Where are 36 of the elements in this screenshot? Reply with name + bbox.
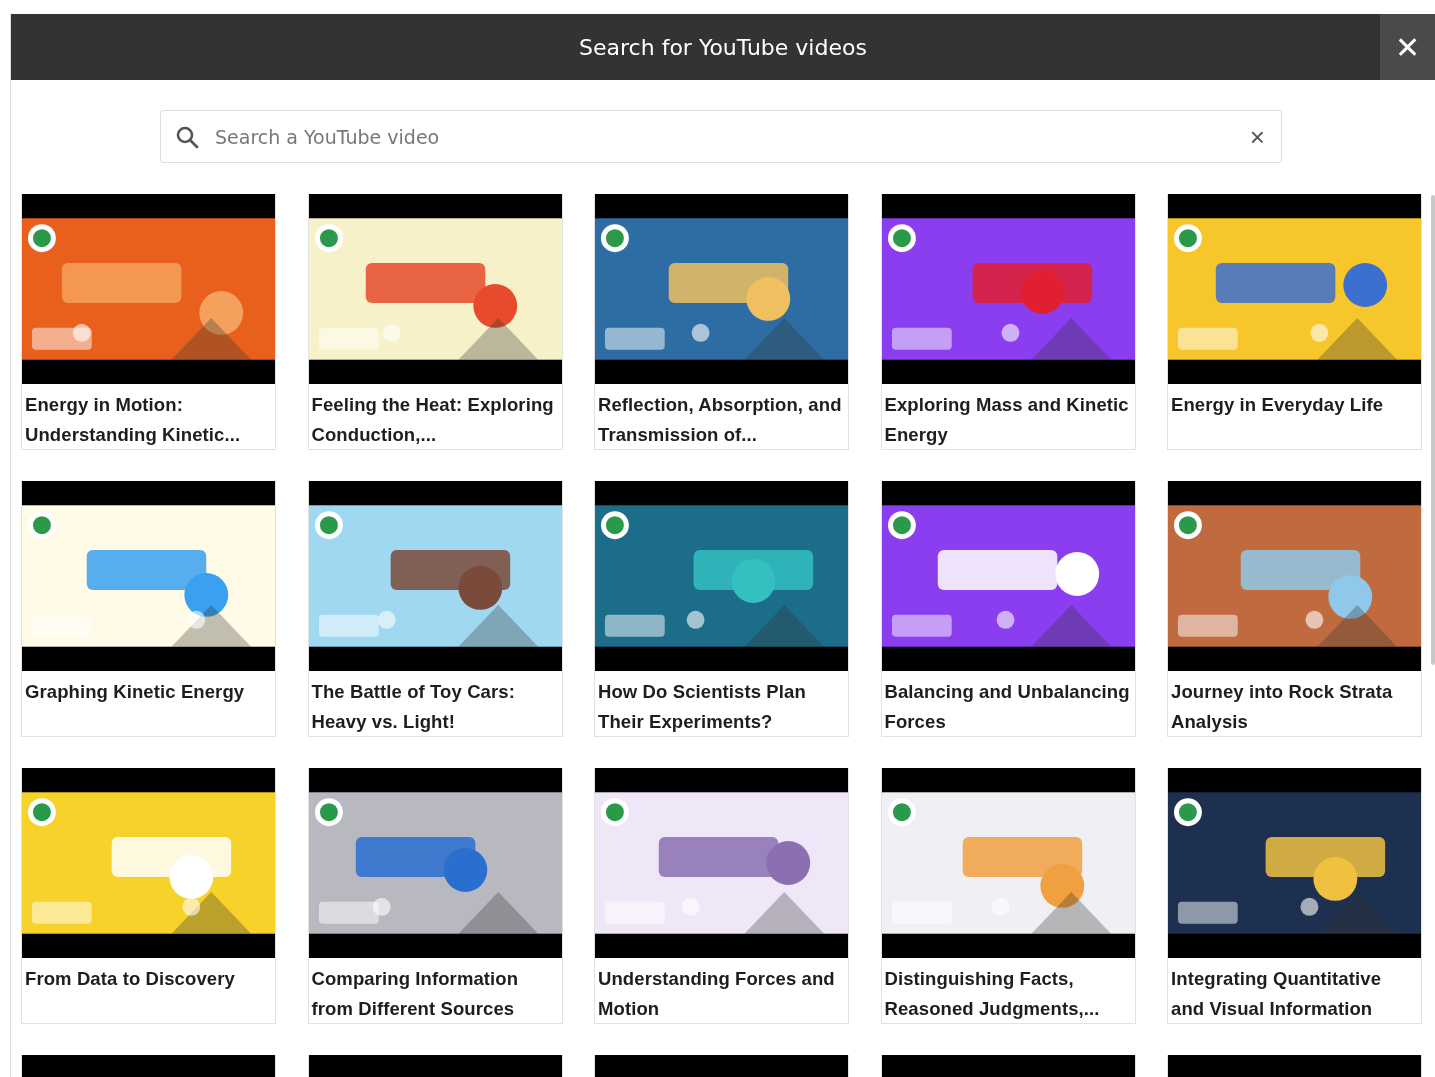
video-title: Distinguishing Facts, Reasoned Judgments,... bbox=[883, 967, 1101, 1021]
video-title: Integrating Quantitative and Visual Information bbox=[1170, 967, 1383, 1021]
video-card[interactable]: Comparing Information from Different Sources bbox=[307, 768, 563, 1024]
video-title: Reflection, Absorption, and Transmission of... bbox=[597, 393, 843, 447]
scrollbar[interactable] bbox=[1431, 195, 1435, 665]
close-button[interactable]: ✕ bbox=[1380, 14, 1435, 80]
video-card[interactable]: Journey into Rock Strata Analysis bbox=[1167, 481, 1422, 737]
video-card[interactable]: Reflection, Absorption, and Transmission of... bbox=[594, 194, 849, 450]
video-card[interactable]: The Battle of Toy Cars: Heavy vs. Light! bbox=[307, 481, 563, 737]
video-card[interactable]: Exploring Mass and Kinetic Energy bbox=[880, 194, 1136, 450]
clear-button[interactable]: × bbox=[1245, 123, 1269, 150]
video-card[interactable]: From Data to Discovery bbox=[21, 768, 276, 1024]
video-title: Feeling the Heat: Exploring Conduction,... bbox=[310, 393, 555, 447]
video-title: Understanding Forces and Motion bbox=[597, 967, 836, 1021]
video-card[interactable]: Balancing and Unbalancing Forces bbox=[880, 481, 1136, 737]
dialog-title: Search for YouTube videos bbox=[579, 34, 867, 60]
video-card[interactable]: Integrating Quantitative and Visual Information bbox=[1167, 768, 1422, 1024]
video-card[interactable]: Graphing Kinetic Energy bbox=[21, 481, 276, 737]
search-icon bbox=[175, 124, 199, 149]
video-title: The Battle of Toy Cars: Heavy vs. Light! bbox=[310, 680, 516, 734]
video-title: Exploring Mass and Kinetic Energy bbox=[883, 393, 1130, 447]
video-title: Graphing Kinetic Energy bbox=[24, 680, 246, 704]
video-title: Journey into Rock Strata Analysis bbox=[1170, 680, 1394, 734]
video-card[interactable]: Understanding Forces and Motion bbox=[594, 768, 849, 1024]
video-title: Energy in Everyday Life bbox=[1170, 393, 1385, 417]
video-title: Energy in Motion: Understanding Kinetic... bbox=[24, 393, 242, 447]
video-card[interactable]: Feeling the Heat: Exploring Conduction,... bbox=[307, 194, 563, 450]
video-card[interactable]: Energy in Motion: Understanding Kinetic... bbox=[21, 194, 276, 450]
search-field[interactable]: Search a YouTube video × bbox=[160, 110, 1282, 163]
video-title: Balancing and Unbalancing Forces bbox=[883, 680, 1131, 734]
video-card[interactable]: Energy in Everyday Life bbox=[1167, 194, 1422, 450]
video-card[interactable]: How Do Scientists Plan Their Experiments? bbox=[594, 481, 849, 737]
video-title: Comparing Information from Different Sources bbox=[310, 967, 520, 1021]
video-card[interactable]: Distinguishing Facts, Reasoned Judgments,... bbox=[880, 768, 1136, 1024]
video-title: From Data to Discovery bbox=[24, 967, 236, 991]
video-title: How Do Scientists Plan Their Experiments? bbox=[597, 680, 807, 734]
